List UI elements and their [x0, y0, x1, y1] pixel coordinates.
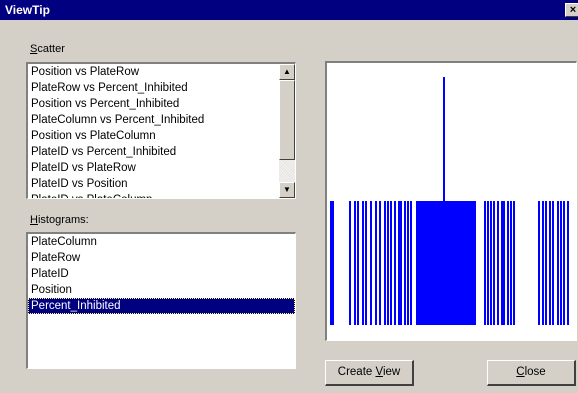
histogram-tick	[400, 201, 402, 325]
histogram-tick	[560, 201, 562, 325]
scatter-list-item[interactable]: PlateID vs Position	[28, 176, 279, 192]
histogram-block	[416, 201, 476, 325]
histogram-tick	[394, 201, 396, 325]
histogram-list-item[interactable]: PlateID	[28, 266, 295, 282]
histogram-tick	[407, 201, 409, 325]
histogram-tick	[354, 201, 356, 325]
scatter-list-item[interactable]: Position vs Percent_Inhibited	[28, 96, 279, 112]
histogram-tick	[549, 201, 551, 325]
histogram-tick	[404, 201, 406, 325]
scroll-thumb[interactable]	[279, 80, 295, 160]
create-view-button[interactable]: Create View	[325, 360, 414, 386]
histogram-tick	[493, 201, 495, 325]
histogram-tick	[557, 201, 559, 325]
histogram-tick	[349, 201, 351, 325]
histogram-tick	[545, 201, 547, 325]
histogram-tick	[501, 201, 503, 325]
histogram-tick	[487, 201, 489, 325]
histogram-tick	[503, 201, 505, 325]
close-icon[interactable]: ×	[565, 3, 578, 17]
histogram-tick	[497, 201, 499, 325]
histograms-listbox[interactable]: PlateColumn PlateRow PlateID Position Percen…	[26, 232, 296, 369]
histogram-tick	[332, 201, 334, 325]
viewtip-window: ViewTip × Scatter Position vs PlateRow Pl…	[0, 0, 578, 393]
close-button[interactable]: Close	[487, 360, 576, 386]
histogram-tick	[362, 201, 364, 325]
scatter-scrollbar[interactable]: ▲ ▼	[279, 64, 295, 198]
histogram-tick	[513, 201, 515, 325]
histogram-tick	[410, 201, 412, 325]
histogram-tick	[387, 201, 389, 325]
window-title: ViewTip	[5, 3, 50, 17]
histogram-tick	[563, 201, 565, 325]
histogram-tick	[357, 201, 359, 325]
histogram-tick	[384, 201, 386, 325]
histogram-spike	[443, 77, 445, 201]
view-panel	[325, 61, 577, 341]
histogram-tick	[379, 201, 381, 325]
scatter-label: Scatter	[30, 43, 65, 55]
histogram-tick	[390, 201, 392, 325]
scatter-list-item[interactable]: PlateID vs PlateRow	[28, 160, 279, 176]
scroll-down-icon[interactable]: ▼	[279, 182, 295, 198]
histogram-list-item[interactable]: PlateColumn	[28, 234, 295, 250]
scatter-listbox[interactable]: Position vs PlateRow PlateRow vs Percent_…	[26, 62, 296, 199]
histogram-list-item[interactable]: Percent_Inhibited	[28, 298, 295, 314]
histogram-tick	[552, 201, 554, 325]
histogram-tick	[365, 201, 367, 325]
histogram-tick	[510, 201, 512, 325]
histogram-tick	[370, 201, 372, 325]
histogram-tick	[375, 201, 377, 325]
histogram-tick	[542, 201, 544, 325]
histogram-list-item[interactable]: Position	[28, 282, 295, 298]
scatter-list-item[interactable]: Position vs PlateRow	[28, 64, 279, 80]
histograms-label: Histograms:	[30, 214, 89, 226]
histogram-tick	[484, 201, 486, 325]
histogram-tick	[567, 201, 569, 325]
histogram-tick	[330, 201, 332, 325]
histogram-tick	[507, 201, 509, 325]
scatter-list-item[interactable]: Position vs PlateColumn	[28, 128, 279, 144]
histogram-list-item[interactable]: PlateRow	[28, 250, 295, 266]
histogram-plot	[330, 77, 569, 325]
scatter-list-item[interactable]: PlateID vs PlateColumn	[28, 192, 279, 198]
scatter-list-item[interactable]: PlateRow vs Percent_Inhibited	[28, 80, 279, 96]
histogram-tick	[490, 201, 492, 325]
histogram-tick	[538, 201, 540, 325]
histogram-tick	[398, 201, 400, 325]
scroll-up-icon[interactable]: ▲	[279, 64, 295, 80]
scatter-list-item[interactable]: PlateColumn vs Percent_Inhibited	[28, 112, 279, 128]
title-bar: ViewTip ×	[0, 0, 578, 20]
scatter-list-item[interactable]: PlateID vs Percent_Inhibited	[28, 144, 279, 160]
